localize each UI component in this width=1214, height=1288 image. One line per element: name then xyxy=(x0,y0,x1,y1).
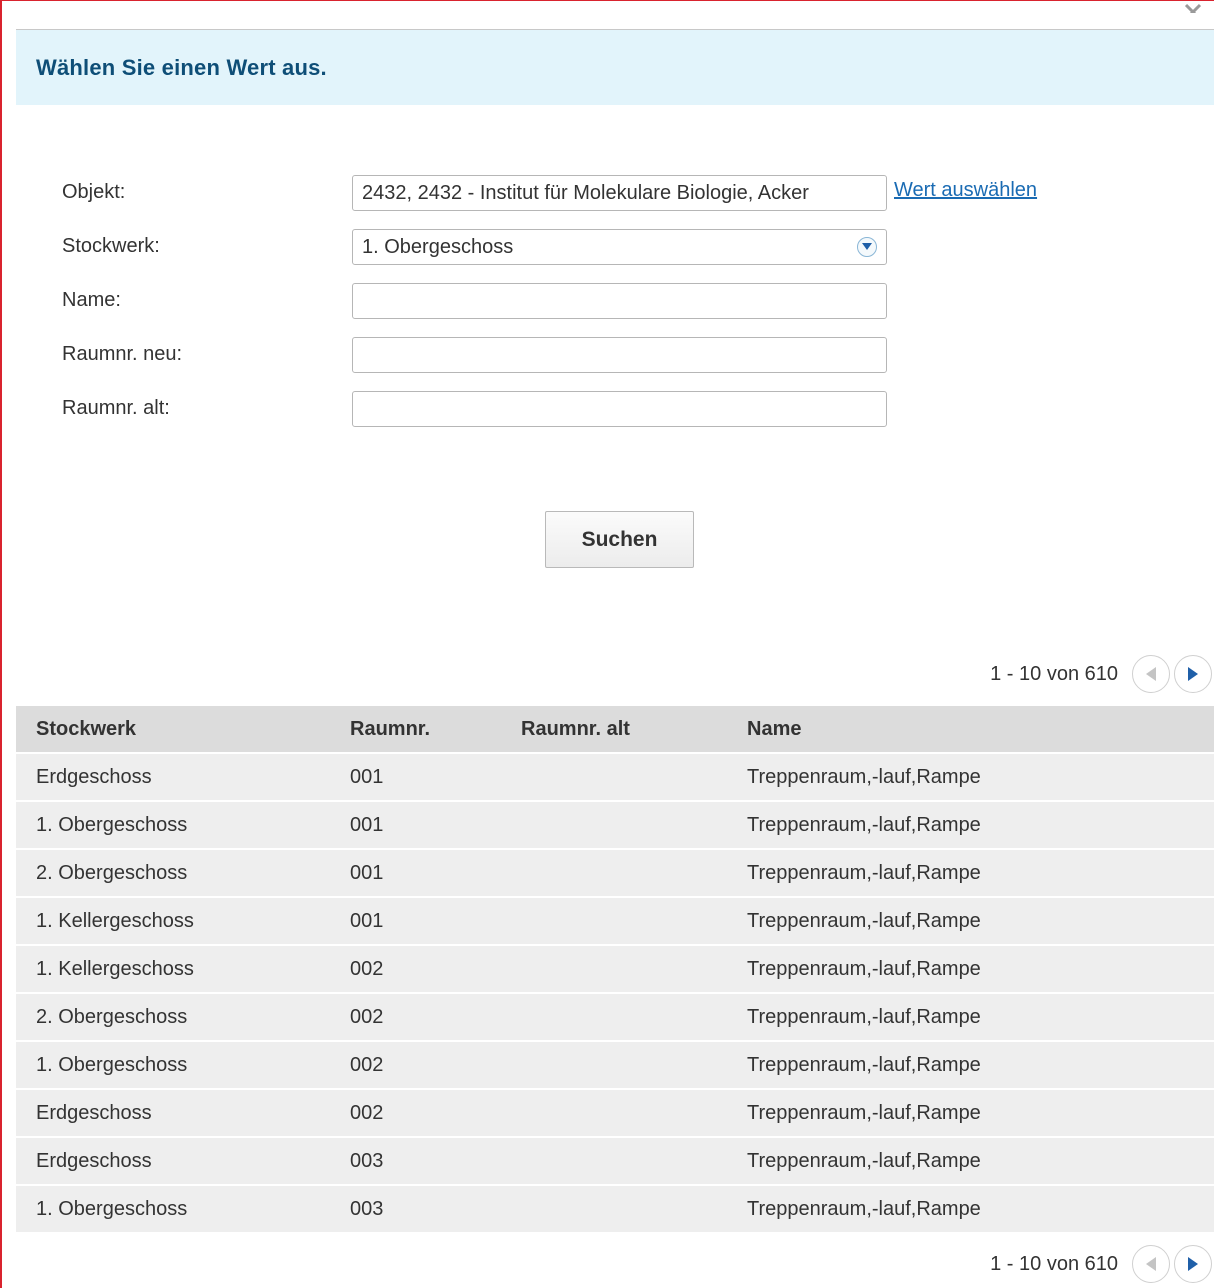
cell-name: Treppenraum,-lauf,Rampe xyxy=(747,1054,981,1076)
table-row[interactable]: 1. Obergeschoss 002 Treppenraum,-lauf,Ra… xyxy=(16,1040,1214,1088)
cell-raumnr: 003 xyxy=(350,1198,384,1220)
table-row[interactable]: 1. Kellergeschoss 001 Treppenraum,-lauf,… xyxy=(16,896,1214,944)
raumnr-alt-label: Raumnr. alt: xyxy=(62,397,170,419)
cell-name: Treppenraum,-lauf,Rampe xyxy=(747,862,981,884)
table-row[interactable]: 2. Obergeschoss 002 Treppenraum,-lauf,Ra… xyxy=(16,992,1214,1040)
cell-stockwerk: 2. Obergeschoss xyxy=(36,1006,188,1028)
cell-name: Treppenraum,-lauf,Rampe xyxy=(747,814,981,836)
next-page-icon[interactable] xyxy=(1174,655,1212,693)
dialog-title: Wählen Sie einen Wert aus. xyxy=(36,54,327,80)
cell-name: Treppenraum,-lauf,Rampe xyxy=(747,1006,981,1028)
pager-top: 1 - 10 von 610 xyxy=(990,654,1212,694)
pager-bottom: 1 - 10 von 610 xyxy=(990,1244,1212,1284)
cell-stockwerk: 2. Obergeschoss xyxy=(36,862,188,884)
table-row[interactable]: 1. Obergeschoss 003 Treppenraum,-lauf,Ra… xyxy=(16,1184,1214,1232)
cell-stockwerk: 1. Obergeschoss xyxy=(36,1198,188,1220)
objekt-label: Objekt: xyxy=(62,181,126,203)
cell-name: Treppenraum,-lauf,Rampe xyxy=(747,1102,981,1124)
name-row: Name: xyxy=(62,283,1162,319)
table-row[interactable]: Erdgeschoss 003 Treppenraum,-lauf,Rampe xyxy=(16,1136,1214,1184)
pager-text: 1 - 10 von 610 xyxy=(990,1252,1118,1275)
raumnr-neu-input[interactable] xyxy=(352,337,887,373)
table-row[interactable]: Erdgeschoss 002 Treppenraum,-lauf,Rampe xyxy=(16,1088,1214,1136)
cell-raumnr: 001 xyxy=(350,862,384,884)
stockwerk-selected-value: 1. Obergeschoss xyxy=(362,236,514,258)
cell-stockwerk: 1. Kellergeschoss xyxy=(36,910,194,932)
objekt-row: Objekt: 2432, 2432 - Institut für Moleku… xyxy=(62,175,1162,211)
previous-page-icon[interactable] xyxy=(1132,655,1170,693)
column-header-raumnr[interactable]: Raumnr. xyxy=(350,706,430,752)
table-row[interactable]: Erdgeschoss 001 Treppenraum,-lauf,Rampe xyxy=(16,752,1214,800)
stockwerk-row: Stockwerk: 1. Obergeschoss xyxy=(62,229,1162,265)
table-row[interactable]: 1. Obergeschoss 001 Treppenraum,-lauf,Ra… xyxy=(16,800,1214,848)
column-header-stockwerk[interactable]: Stockwerk xyxy=(36,706,136,752)
cell-stockwerk: 1. Kellergeschoss xyxy=(36,958,194,980)
raumnr-alt-row: Raumnr. alt: xyxy=(62,391,1162,427)
name-label: Name: xyxy=(62,289,121,311)
next-page-icon[interactable] xyxy=(1174,1245,1212,1283)
cell-name: Treppenraum,-lauf,Rampe xyxy=(747,766,981,788)
search-button[interactable]: Suchen xyxy=(545,511,694,568)
stockwerk-select[interactable]: 1. Obergeschoss xyxy=(352,229,887,265)
value-selection-dialog: Wählen Sie einen Wert aus. Objekt: 2432,… xyxy=(16,29,1214,1288)
results-table: Stockwerk Raumnr. Raumnr. alt Name Erdge… xyxy=(16,706,1214,1232)
cell-raumnr: 002 xyxy=(350,1102,384,1124)
dropdown-arrow-icon[interactable] xyxy=(857,237,877,257)
table-row[interactable]: 2. Obergeschoss 001 Treppenraum,-lauf,Ra… xyxy=(16,848,1214,896)
cell-raumnr: 002 xyxy=(350,1006,384,1028)
name-input[interactable] xyxy=(352,283,887,319)
close-icon[interactable] xyxy=(1182,1,1204,13)
previous-page-icon[interactable] xyxy=(1132,1245,1170,1283)
cell-raumnr: 001 xyxy=(350,910,384,932)
cell-raumnr: 002 xyxy=(350,958,384,980)
column-header-raumnr-alt[interactable]: Raumnr. alt xyxy=(521,706,630,752)
objekt-field[interactable]: 2432, 2432 - Institut für Molekulare Bio… xyxy=(352,175,887,211)
cell-raumnr: 003 xyxy=(350,1150,384,1172)
cell-stockwerk: Erdgeschoss xyxy=(36,1102,152,1124)
cell-raumnr: 001 xyxy=(350,814,384,836)
dialog-header: Wählen Sie einen Wert aus. xyxy=(16,30,1214,105)
cell-name: Treppenraum,-lauf,Rampe xyxy=(747,910,981,932)
cell-name: Treppenraum,-lauf,Rampe xyxy=(747,1198,981,1220)
cell-name: Treppenraum,-lauf,Rampe xyxy=(747,958,981,980)
cell-stockwerk: Erdgeschoss xyxy=(36,766,152,788)
select-value-link[interactable]: Wert auswählen xyxy=(894,179,1037,202)
raumnr-alt-input[interactable] xyxy=(352,391,887,427)
cell-raumnr: 001 xyxy=(350,766,384,788)
cell-stockwerk: Erdgeschoss xyxy=(36,1150,152,1172)
cell-name: Treppenraum,-lauf,Rampe xyxy=(747,1150,981,1172)
cell-stockwerk: 1. Obergeschoss xyxy=(36,814,188,836)
pager-text: 1 - 10 von 610 xyxy=(990,662,1118,685)
table-header: Stockwerk Raumnr. Raumnr. alt Name xyxy=(16,706,1214,752)
cell-raumnr: 002 xyxy=(350,1054,384,1076)
dialog-frame: Wählen Sie einen Wert aus. Objekt: 2432,… xyxy=(0,0,1214,1288)
raumnr-neu-label: Raumnr. neu: xyxy=(62,343,183,365)
column-header-name[interactable]: Name xyxy=(747,706,801,752)
table-row[interactable]: 1. Kellergeschoss 002 Treppenraum,-lauf,… xyxy=(16,944,1214,992)
raumnr-neu-row: Raumnr. neu: xyxy=(62,337,1162,373)
cell-stockwerk: 1. Obergeschoss xyxy=(36,1054,188,1076)
stockwerk-label: Stockwerk: xyxy=(62,235,160,257)
